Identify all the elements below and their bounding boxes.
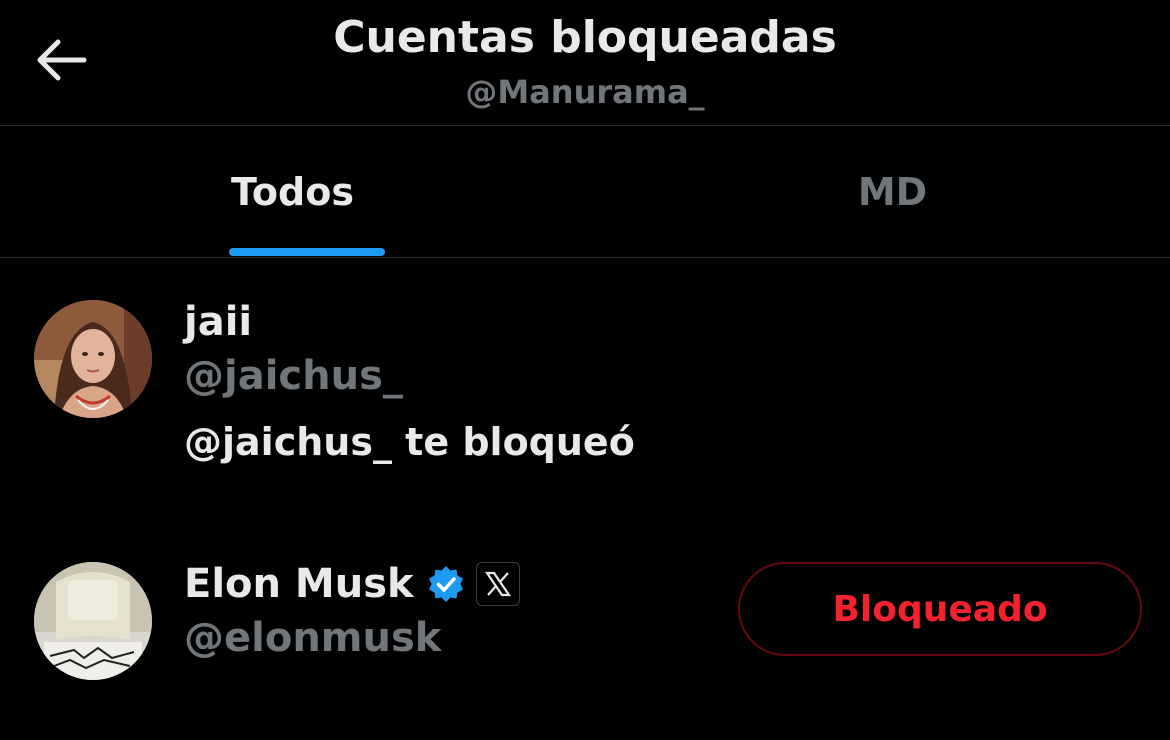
blocked-you-note: @jaichus_ te bloqueó bbox=[184, 420, 635, 464]
tab-bar: Todos MD bbox=[0, 126, 1170, 258]
account-name: jaii bbox=[184, 299, 253, 345]
blocked-button[interactable]: Bloqueado bbox=[738, 562, 1142, 656]
avatar[interactable] bbox=[34, 562, 152, 680]
active-tab-indicator bbox=[229, 248, 385, 256]
blocked-account-row[interactable]: jaii @jaichus_ @jaichus_ te bloqueó bbox=[0, 258, 1170, 508]
tab-todos-label: Todos bbox=[231, 170, 354, 214]
account-handle: @elonmusk bbox=[184, 615, 442, 661]
verified-badge-icon bbox=[428, 566, 463, 602]
x-logo-icon bbox=[484, 571, 511, 597]
tab-md-label: MD bbox=[857, 170, 928, 214]
avatar-photo bbox=[34, 562, 152, 680]
blocked-button-label: Bloqueado bbox=[832, 588, 1048, 630]
blocked-account-row[interactable]: Elon Musk @elonmusk Bloqueado bbox=[0, 540, 1170, 740]
account-name-line: Elon Musk bbox=[184, 558, 520, 610]
tab-md[interactable]: MD bbox=[600, 126, 1170, 257]
affiliate-badge bbox=[475, 562, 520, 606]
page-title: Cuentas bloqueadas bbox=[333, 12, 837, 63]
tab-todos[interactable]: Todos bbox=[14, 126, 599, 257]
avatar[interactable] bbox=[34, 300, 152, 418]
page-subtitle: @Manurama_ bbox=[465, 73, 705, 111]
account-name: Elon Musk bbox=[184, 561, 414, 607]
top-bar: Cuentas bloqueadas @Manurama_ bbox=[0, 0, 1170, 126]
account-handle: @jaichus_ bbox=[184, 353, 403, 399]
avatar-photo bbox=[34, 300, 152, 418]
